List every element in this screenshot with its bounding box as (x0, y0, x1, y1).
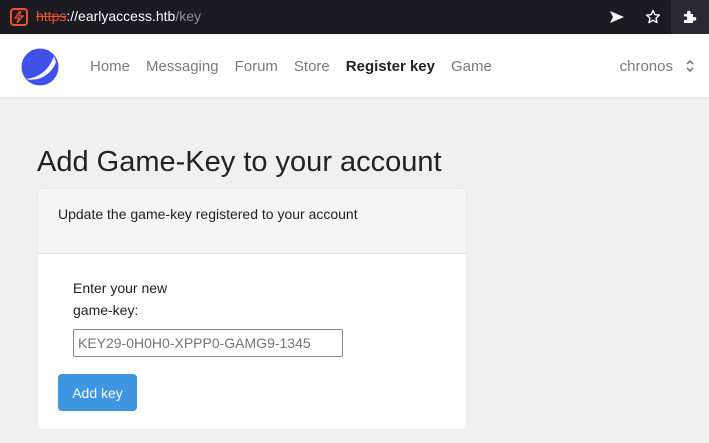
url-path: /key (175, 8, 201, 24)
browser-toolbar: https://earlyaccess.htb/key (0, 0, 709, 34)
nav-link-game[interactable]: Game (451, 58, 492, 75)
extension-icon[interactable] (671, 0, 709, 34)
url-separator: :// (66, 8, 79, 24)
address-bar[interactable]: https://earlyaccess.htb/key (36, 8, 201, 24)
chevron-up-down-icon (685, 58, 695, 74)
page-title: Add Game-Key to your account (37, 146, 442, 178)
nav-link-home[interactable]: Home (90, 58, 130, 75)
nav-link-forum[interactable]: Forum (235, 58, 278, 75)
username: chronos (619, 57, 673, 75)
url-host: earlyaccess.htb (78, 8, 176, 24)
site-logo-icon[interactable] (21, 48, 59, 86)
nav-link-register-key[interactable]: Register key (346, 58, 435, 75)
game-key-label: Enter your new game-key: (73, 280, 168, 318)
nav-link-store[interactable]: Store (294, 58, 330, 75)
add-key-button[interactable]: Add key (58, 374, 137, 411)
nav-link-messaging[interactable]: Messaging (146, 58, 219, 75)
game-key-input[interactable] (73, 329, 343, 357)
url-scheme: https (36, 8, 67, 24)
nav-links: Home Messaging Forum Store Register key … (90, 34, 508, 98)
game-key-card: Update the game-key registered to your a… (37, 188, 467, 430)
site-security-icon[interactable] (10, 8, 28, 26)
site-navbar: Home Messaging Forum Store Register key … (0, 34, 709, 98)
user-menu[interactable]: chronos (620, 34, 695, 98)
send-icon[interactable] (599, 0, 635, 34)
star-icon[interactable] (635, 0, 671, 34)
card-header: Update the game-key registered to your a… (38, 189, 466, 254)
